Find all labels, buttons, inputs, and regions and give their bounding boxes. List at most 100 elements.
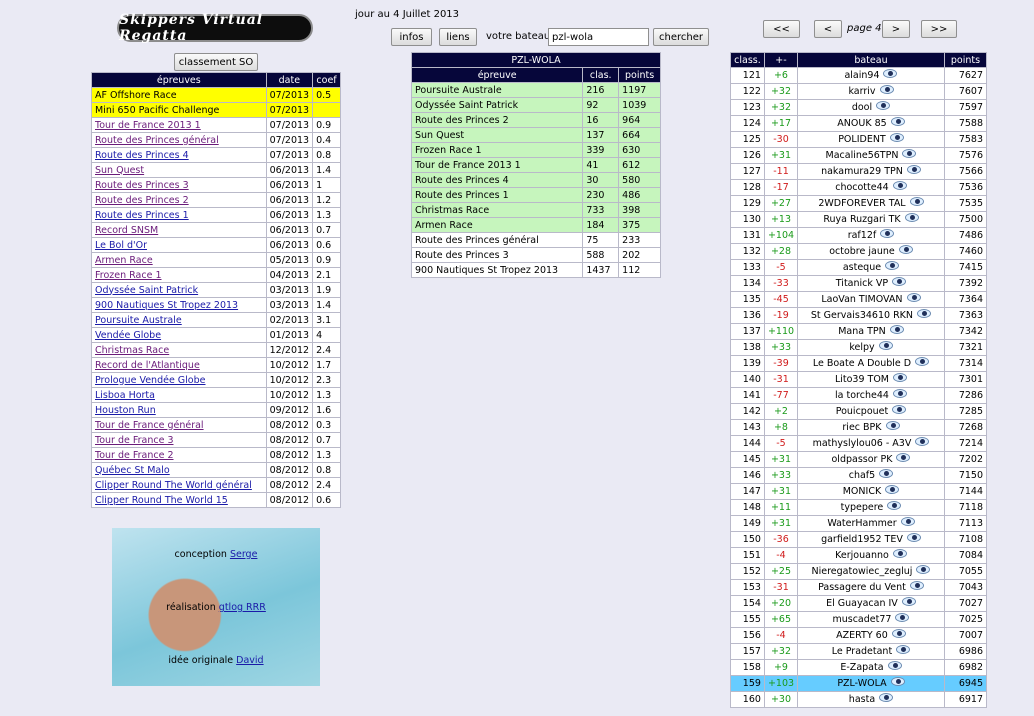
- eye-icon[interactable]: [895, 613, 910, 622]
- eye-icon[interactable]: [896, 453, 911, 462]
- eye-icon[interactable]: [898, 245, 913, 254]
- race-name-link[interactable]: Route des Princes 4: [91, 147, 267, 163]
- infos-button[interactable]: infos: [391, 28, 432, 46]
- prev-page-button[interactable]: <: [814, 20, 842, 38]
- eye-icon[interactable]: [890, 117, 905, 126]
- race-name-link[interactable]: Tour de France général: [91, 417, 267, 433]
- eye-icon[interactable]: [893, 373, 907, 382]
- eye-icon[interactable]: [901, 597, 916, 606]
- race-name-link[interactable]: Vendée Globe: [91, 327, 267, 343]
- eye-icon[interactable]: [896, 645, 911, 654]
- eye-icon[interactable]: [906, 165, 921, 174]
- first-page-button[interactable]: <<: [763, 20, 800, 38]
- eye-icon[interactable]: [916, 565, 931, 574]
- eye-icon[interactable]: [879, 85, 894, 94]
- boat-result-race: Christmas Race: [410, 202, 584, 218]
- eye-icon[interactable]: [889, 133, 904, 142]
- eye-icon[interactable]: [892, 389, 907, 398]
- race-name-link[interactable]: Mini 650 Pacific Challenge: [91, 102, 267, 118]
- race-date: 07/2013: [265, 132, 314, 148]
- credit-idee-link[interactable]: David: [236, 655, 263, 666]
- credit-conception-label: conception: [174, 549, 227, 560]
- eye-icon[interactable]: [915, 437, 930, 446]
- eye-icon[interactable]: [890, 677, 905, 686]
- race-name-link[interactable]: Poursuite Australe: [91, 312, 267, 328]
- next-page-button[interactable]: >: [882, 20, 910, 38]
- race-name-link[interactable]: Odyssée Saint Patrick: [91, 282, 267, 298]
- race-name-link[interactable]: AF Offshore Race: [91, 87, 267, 103]
- race-name-link[interactable]: Sun Quest: [91, 162, 267, 178]
- ranking-points: 6986: [943, 643, 988, 660]
- race-name-link[interactable]: Prologue Vendée Globe: [91, 372, 267, 388]
- race-name-link[interactable]: Tour de France 2: [91, 447, 267, 463]
- race-name-link[interactable]: Route des Princes général: [91, 132, 267, 148]
- race-name-link[interactable]: Christmas Race: [91, 342, 267, 358]
- eye-icon[interactable]: [883, 69, 898, 78]
- race-coef: 2.3: [312, 372, 341, 388]
- race-name-link[interactable]: Route des Princes 1: [91, 207, 267, 223]
- eye-icon[interactable]: [879, 469, 894, 478]
- liens-button[interactable]: liens: [439, 28, 477, 46]
- boat-result-race: Poursuite Australe: [410, 82, 584, 98]
- eye-icon[interactable]: [892, 405, 907, 414]
- eye-icon[interactable]: [892, 549, 907, 558]
- boat-search-input[interactable]: [548, 28, 649, 46]
- last-page-button[interactable]: >>: [921, 20, 957, 38]
- ranking-boat-cell: Mana TPN: [797, 323, 945, 340]
- credit-realisation-link[interactable]: gtlog RRR: [219, 602, 266, 613]
- eye-icon[interactable]: [917, 309, 932, 318]
- classement-so-button[interactable]: classement SO: [174, 53, 258, 71]
- eye-icon[interactable]: [887, 501, 902, 510]
- eye-icon[interactable]: [892, 277, 907, 286]
- race-name-link[interactable]: Route des Princes 2: [91, 192, 267, 208]
- eye-icon[interactable]: [885, 261, 900, 270]
- race-name-link[interactable]: Clipper Round The World général: [91, 477, 267, 493]
- eye-icon[interactable]: [891, 629, 906, 638]
- ranking-position: 142: [730, 403, 765, 420]
- eye-icon[interactable]: [885, 485, 900, 494]
- eye-icon[interactable]: [885, 421, 900, 430]
- eye-icon[interactable]: [902, 149, 917, 158]
- eye-icon[interactable]: [915, 357, 930, 366]
- race-name-link[interactable]: Frozen Race 1: [91, 267, 267, 283]
- eye-icon[interactable]: [887, 661, 902, 670]
- race-name-link[interactable]: Route des Princes 3: [91, 177, 267, 193]
- eye-icon[interactable]: [906, 533, 921, 542]
- search-button[interactable]: chercher: [653, 28, 709, 46]
- eye-icon[interactable]: [900, 517, 915, 526]
- race-name-link[interactable]: Record de l'Atlantique: [91, 357, 267, 373]
- race-name-link[interactable]: 900 Nautiques St Tropez 2013: [91, 297, 267, 313]
- eye-icon[interactable]: [889, 325, 904, 334]
- race-name-link[interactable]: Houston Run: [91, 402, 267, 418]
- ranking-points: 7285: [943, 403, 988, 420]
- eye-icon[interactable]: [879, 693, 894, 702]
- eye-icon[interactable]: [876, 101, 891, 110]
- ranking-boat-name: Le Boate A Double D: [812, 358, 912, 369]
- eye-icon[interactable]: [906, 293, 921, 302]
- ranking-position: 121: [730, 67, 765, 84]
- ranking-row: 154 +20 El Guayacan IV 7027: [730, 595, 988, 612]
- race-name-link[interactable]: Clipper Round The World 15: [91, 492, 267, 508]
- credits-photo: conception Serge réalisation gtlog RRR i…: [112, 528, 320, 686]
- race-name-link[interactable]: Armen Race: [91, 252, 267, 268]
- eye-icon[interactable]: [909, 197, 924, 206]
- eye-icon[interactable]: [904, 213, 919, 222]
- race-name-link[interactable]: Tour de France 2013 1: [91, 117, 267, 133]
- ranking-row: 144 -5 mathyslylou06 - A3V 7214: [730, 435, 988, 452]
- race-name-link[interactable]: Le Bol d'Or: [91, 237, 267, 253]
- race-name-link[interactable]: Lisboa Horta: [91, 387, 267, 403]
- eye-icon[interactable]: [878, 341, 893, 350]
- eye-icon[interactable]: [909, 581, 924, 590]
- ranking-boat-cell: E-Zapata: [797, 659, 945, 676]
- race-row: Québec St Malo 08/2012 0.8: [91, 462, 341, 478]
- eye-icon[interactable]: [880, 229, 895, 238]
- race-name-link[interactable]: Tour de France 3: [91, 432, 267, 448]
- ranking-boat-name: MONICK: [842, 486, 882, 497]
- credit-conception-link[interactable]: Serge: [230, 549, 258, 560]
- boat-result-row: Poursuite Australe 216 1197: [410, 82, 661, 98]
- race-name-link[interactable]: Québec St Malo: [91, 462, 267, 478]
- boat-result-race: Route des Princes 4: [410, 172, 584, 188]
- race-name-link[interactable]: Record SNSM: [91, 222, 267, 238]
- eye-icon[interactable]: [892, 181, 907, 190]
- boat-results-table: PZL-WOLA épreuve clas. points Poursuite …: [410, 52, 661, 278]
